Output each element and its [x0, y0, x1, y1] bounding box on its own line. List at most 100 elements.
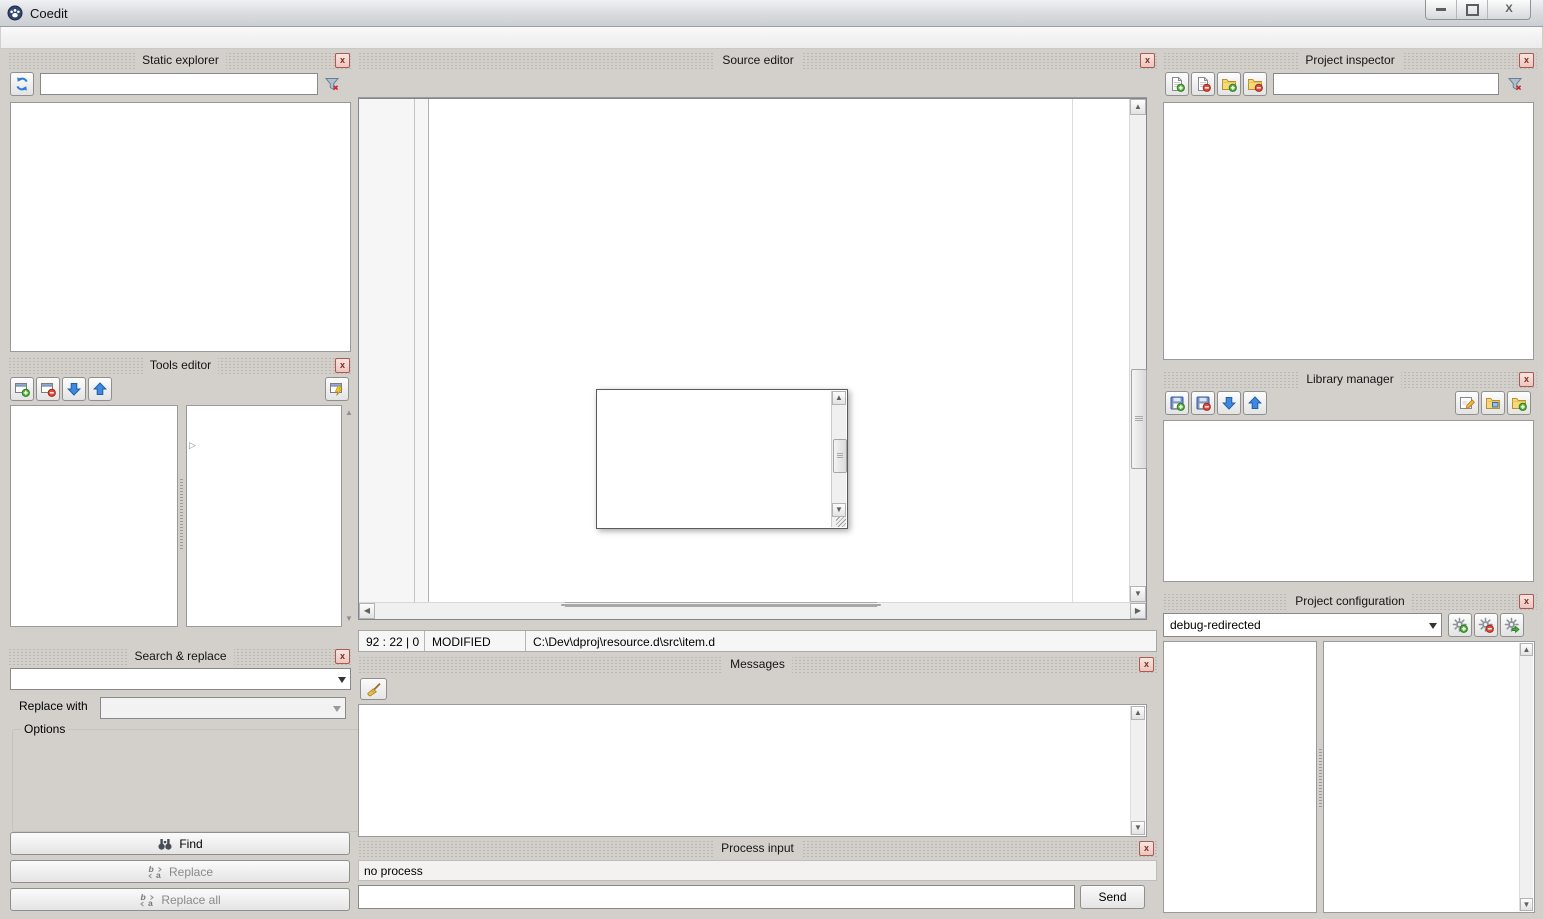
search-term-combo[interactable] [10, 668, 351, 690]
inspector-filter-input[interactable] [1273, 73, 1499, 95]
remove-configuration-button[interactable] [1474, 613, 1498, 637]
panel-title: Project configuration [1288, 593, 1411, 610]
replace-term-combo[interactable] [100, 697, 346, 719]
remove-folder-button[interactable] [1243, 72, 1267, 96]
editor-gutter[interactable] [359, 99, 429, 602]
editor-status-bar: 92 : 22 | 0 MODIFIED C:\Dev\dproj\resour… [358, 630, 1157, 652]
resize-grip[interactable] [836, 517, 846, 527]
add-tool-button[interactable] [10, 377, 34, 401]
close-panel-icon[interactable]: x [335, 649, 350, 664]
run-configuration-button[interactable] [1500, 613, 1524, 637]
folder-package-icon [1485, 395, 1501, 411]
scroll-down-icon[interactable]: ▼ [1131, 821, 1145, 835]
scroll-down-icon[interactable]: ▼ [1520, 898, 1533, 911]
close-panel-icon[interactable]: x [1519, 53, 1534, 68]
project-configuration-header[interactable]: Project configuration x [1163, 593, 1537, 610]
tools-splitter[interactable] [180, 479, 183, 549]
process-input-field[interactable] [358, 885, 1075, 909]
row-expander-icon[interactable]: ▷ [189, 441, 196, 449]
scroll-down-icon[interactable]: ▼ [832, 503, 846, 517]
panel-title: Project inspector [1298, 52, 1401, 69]
scroll-up-icon[interactable]: ▲ [1131, 706, 1145, 720]
editor-tab-bar [358, 72, 1147, 98]
scroll-left-icon[interactable]: ◀ [359, 603, 375, 619]
move-library-down-button[interactable] [1217, 391, 1241, 415]
messages-list[interactable]: ▲ ▼ [358, 704, 1147, 837]
tools-editor-header[interactable]: Tools editor x [8, 357, 353, 374]
clear-messages-button[interactable] [360, 678, 387, 700]
clear-filter-button[interactable] [320, 72, 344, 96]
maximize-icon [1466, 4, 1479, 16]
remove-tool-button[interactable] [36, 377, 60, 401]
add-library-button[interactable] [1165, 391, 1189, 415]
scroll-up-icon[interactable]: ▲ [832, 391, 846, 405]
config-splitter[interactable] [1319, 749, 1322, 809]
scroll-down-icon[interactable]: ▼ [1130, 586, 1146, 602]
close-button[interactable]: X [1487, 0, 1530, 19]
grid-scroll-up-icon[interactable]: ▲ [345, 409, 353, 417]
binoculars-icon [157, 836, 173, 852]
move-tool-up-button[interactable] [88, 377, 112, 401]
close-panel-icon[interactable]: x [1519, 372, 1534, 387]
maximize-button[interactable] [1456, 0, 1487, 19]
add-configuration-button[interactable] [1448, 613, 1472, 637]
search-options-group: Options [12, 722, 360, 832]
source-editor-header[interactable]: Source editor x [358, 52, 1158, 69]
filter-icon [1507, 76, 1523, 92]
remove-library-button[interactable] [1191, 391, 1215, 415]
move-tool-down-button[interactable] [62, 377, 86, 401]
library-from-folder-button[interactable] [1507, 391, 1531, 415]
close-panel-icon[interactable]: x [1139, 841, 1154, 856]
refresh-icon [14, 76, 30, 92]
messages-header[interactable]: Messages x [358, 656, 1157, 673]
close-panel-icon[interactable]: x [1139, 657, 1154, 672]
move-library-up-button[interactable] [1243, 391, 1267, 415]
titlebar[interactable]: Coedit [0, 0, 1543, 27]
add-source-button[interactable] [1165, 72, 1189, 96]
add-library-icon [1169, 395, 1185, 411]
chevron-down-icon [1429, 623, 1437, 633]
remove-source-button[interactable] [1191, 72, 1215, 96]
search-replace-header[interactable]: Search & replace x [8, 648, 353, 665]
config-grid-scrollbar[interactable]: ▲ ▼ [1519, 643, 1533, 911]
run-tool-button[interactable] [325, 377, 349, 401]
refresh-button[interactable] [10, 72, 34, 96]
project-inspector-header[interactable]: Project inspector x [1163, 52, 1537, 69]
editor-vscrollbar[interactable]: ▲ ▼ [1129, 99, 1146, 602]
source-editor[interactable]: ▲ ▼ ◀ ▶ ▲ ▼ [358, 98, 1147, 620]
replace-button[interactable]: ba Replace [10, 860, 350, 883]
vscroll-thumb[interactable] [1131, 369, 1147, 469]
clear-inspector-filter-button[interactable] [1503, 72, 1527, 96]
minimize-button[interactable] [1426, 0, 1456, 19]
library-from-dub-button[interactable] [1481, 391, 1505, 415]
library-manager-header[interactable]: Library manager x [1163, 371, 1537, 388]
broom-icon [366, 682, 382, 698]
configuration-combo[interactable]: debug-redirected [1163, 613, 1442, 637]
minimize-icon [1436, 8, 1446, 11]
find-button[interactable]: Find [10, 832, 350, 855]
send-button[interactable]: Send [1080, 885, 1145, 909]
scroll-up-icon[interactable]: ▲ [1130, 99, 1146, 115]
close-panel-icon[interactable]: x [335, 358, 350, 373]
hscroll-thumb[interactable] [561, 604, 881, 606]
edit-library-button[interactable] [1455, 391, 1479, 415]
close-panel-icon[interactable]: x [1140, 53, 1155, 68]
scroll-right-icon[interactable]: ▶ [1130, 603, 1146, 619]
add-folder-button[interactable] [1217, 72, 1241, 96]
scroll-up-icon[interactable]: ▲ [1520, 643, 1533, 656]
process-input-header[interactable]: Process input x [358, 840, 1157, 857]
grid-scroll-down-icon[interactable]: ▼ [345, 615, 353, 623]
close-panel-icon[interactable]: x [335, 53, 350, 68]
completion-scroll-thumb[interactable] [833, 439, 847, 473]
symbol-filter-input[interactable] [40, 73, 318, 95]
static-explorer-header[interactable]: Static explorer x [8, 52, 353, 69]
svg-text:b: b [148, 864, 153, 874]
messages-scrollbar[interactable]: ▲ ▼ [1130, 706, 1145, 835]
menu-bar [1, 27, 1542, 49]
completion-scrollbar[interactable]: ▲ ▼ [831, 391, 846, 527]
right-column: Project inspector x Library manager x Pr… [1163, 49, 1537, 919]
replace-all-button[interactable]: ba Replace all [10, 888, 350, 911]
close-panel-icon[interactable]: x [1519, 594, 1534, 609]
replace-with-row: Replace with [14, 699, 88, 713]
editor-hscrollbar[interactable]: ◀ ▶ [359, 602, 1146, 619]
